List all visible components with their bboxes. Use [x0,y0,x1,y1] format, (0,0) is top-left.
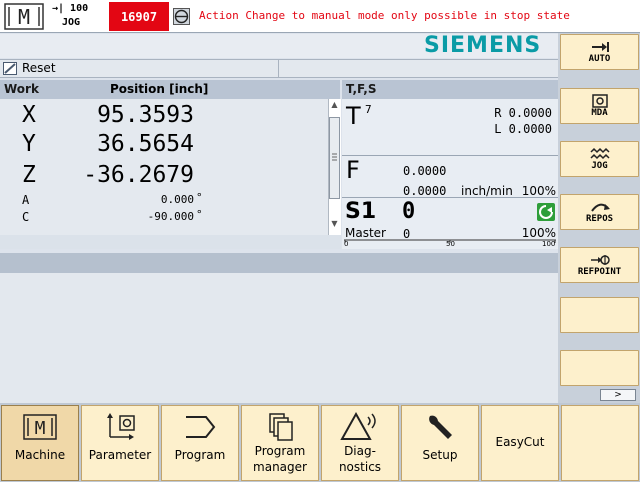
softkey-label: AUTO [588,54,611,64]
feed-override: 100% [521,184,556,198]
softkey-easycut[interactable]: EasyCut [481,405,559,481]
override-icon: →| [52,3,65,14]
softkey-label: JOG [591,161,608,171]
softkey-diagnostics[interactable]: Diag- nostics [321,405,399,481]
softkey-label: Parameter [88,448,152,462]
tool-radius: R 0.0000 [494,106,552,120]
mode-label: JOG [62,17,81,28]
feed-letter: F [346,156,360,184]
softkey-program[interactable]: Program [161,405,239,481]
auto-arrow-icon [591,42,609,52]
softkey-more-arrow-icon[interactable]: > [600,389,636,401]
scroll-up-arrow-icon[interactable]: ▲ [329,100,340,114]
axis-value: 0.000 [160,193,194,206]
axis-position-panel: X 95.3593 Y 36.5654 Z -36.2679 A 0.000 °… [0,99,328,235]
alarm-message: Action Change to manual mode only possib… [199,9,570,22]
override-value: 100 [70,3,89,14]
refpoint-icon [590,255,610,265]
parameter-icon [107,413,135,440]
mda-icon [591,94,608,108]
scale-tick-label: 0 [344,240,349,248]
axis-name: Z [22,162,36,188]
separator-band [0,253,558,273]
program-icon [186,416,216,438]
axis-value: -90.000 [147,210,194,223]
jog-wave-icon [589,147,610,160]
program-manager-icon [269,413,293,441]
siemens-logo: SIEMENS [424,33,542,58]
machine-icon: M [23,414,57,440]
softkey-mda[interactable]: MDA [560,88,639,124]
axis-value: -36.2679 [83,162,194,188]
machine-mode-icon: M [4,3,44,30]
softkey-label: Setup [422,448,458,462]
spindle-rotation-icon [537,203,555,221]
grip-icon [332,153,337,161]
tfs-header: T,F,S [342,80,558,99]
axis-name: X [22,102,36,128]
channel-state-label: Reset [22,61,56,75]
diagnostics-icon [340,411,376,440]
softkey-empty[interactable] [561,405,639,481]
spindle-override: 100% [521,226,556,240]
svg-text:M: M [35,418,46,439]
axis-name: Y [22,131,36,157]
softkey-label: EasyCut [495,435,545,449]
scale-tick-label: 100 [542,240,556,248]
softkey-label: REFPOINT [577,267,622,277]
tool-number: 7 [365,103,372,116]
softkey-jog[interactable]: JOG [560,141,639,177]
scroll-down-arrow-icon[interactable]: ▼ [329,219,340,233]
spindle-master-label: Master [345,226,386,240]
tool-length: L 0.0000 [494,122,552,136]
axis-name: C [22,210,30,224]
wrench-icon [429,415,452,439]
feed-programmed: 0.0000 [403,164,447,178]
softkey-label: REPOS [585,214,614,224]
softkey-setup[interactable]: Setup [401,405,479,481]
spindle-letter: S1 [345,199,377,224]
feed-actual: 0.0000 [403,184,447,198]
softkey-machine[interactable]: M Machine [1,405,79,481]
axis-unit: ° [196,208,203,221]
alarm-number[interactable]: 16907 [109,2,169,31]
scale-tick-label: 50 [446,240,455,248]
axis-value: 95.3593 [97,102,194,128]
softkey-refpoint[interactable]: REFPOINT [560,247,639,283]
work-area [0,273,558,403]
tool-letter: T [346,102,361,130]
scroll-thumb[interactable] [329,117,340,199]
softkey-program-manager[interactable]: Program manager [241,405,319,481]
axis-panel-footer [0,235,341,249]
tfs-divider [342,155,558,156]
softkey-auto[interactable]: AUTO [560,34,639,70]
axis-value: 36.5654 [97,131,194,157]
alarm-acknowledge-icon[interactable] [173,8,190,25]
axis-unit: ° [196,191,203,204]
repos-icon [590,203,610,212]
softkey-repos[interactable]: REPOS [560,194,639,230]
softkey-label: Program manager [253,444,307,474]
spindle-speed: 0 [402,199,416,224]
softkey-label: MDA [591,108,608,118]
reset-state-icon [3,62,17,75]
softkey-parameter[interactable]: Parameter [81,405,159,481]
softkey-empty[interactable] [560,350,639,386]
softkey-empty[interactable] [560,297,639,333]
position-header: Position [inch] [110,82,209,96]
softkey-label: Diag- nostics [338,444,382,474]
softkey-label: Program [174,448,226,462]
mode-symbol: M [18,5,30,29]
feed-unit: inch/min [461,184,513,198]
mode-info: →| 100 JOG [52,2,106,32]
axis-name: A [22,193,30,207]
softkey-label: Machine [14,448,66,462]
